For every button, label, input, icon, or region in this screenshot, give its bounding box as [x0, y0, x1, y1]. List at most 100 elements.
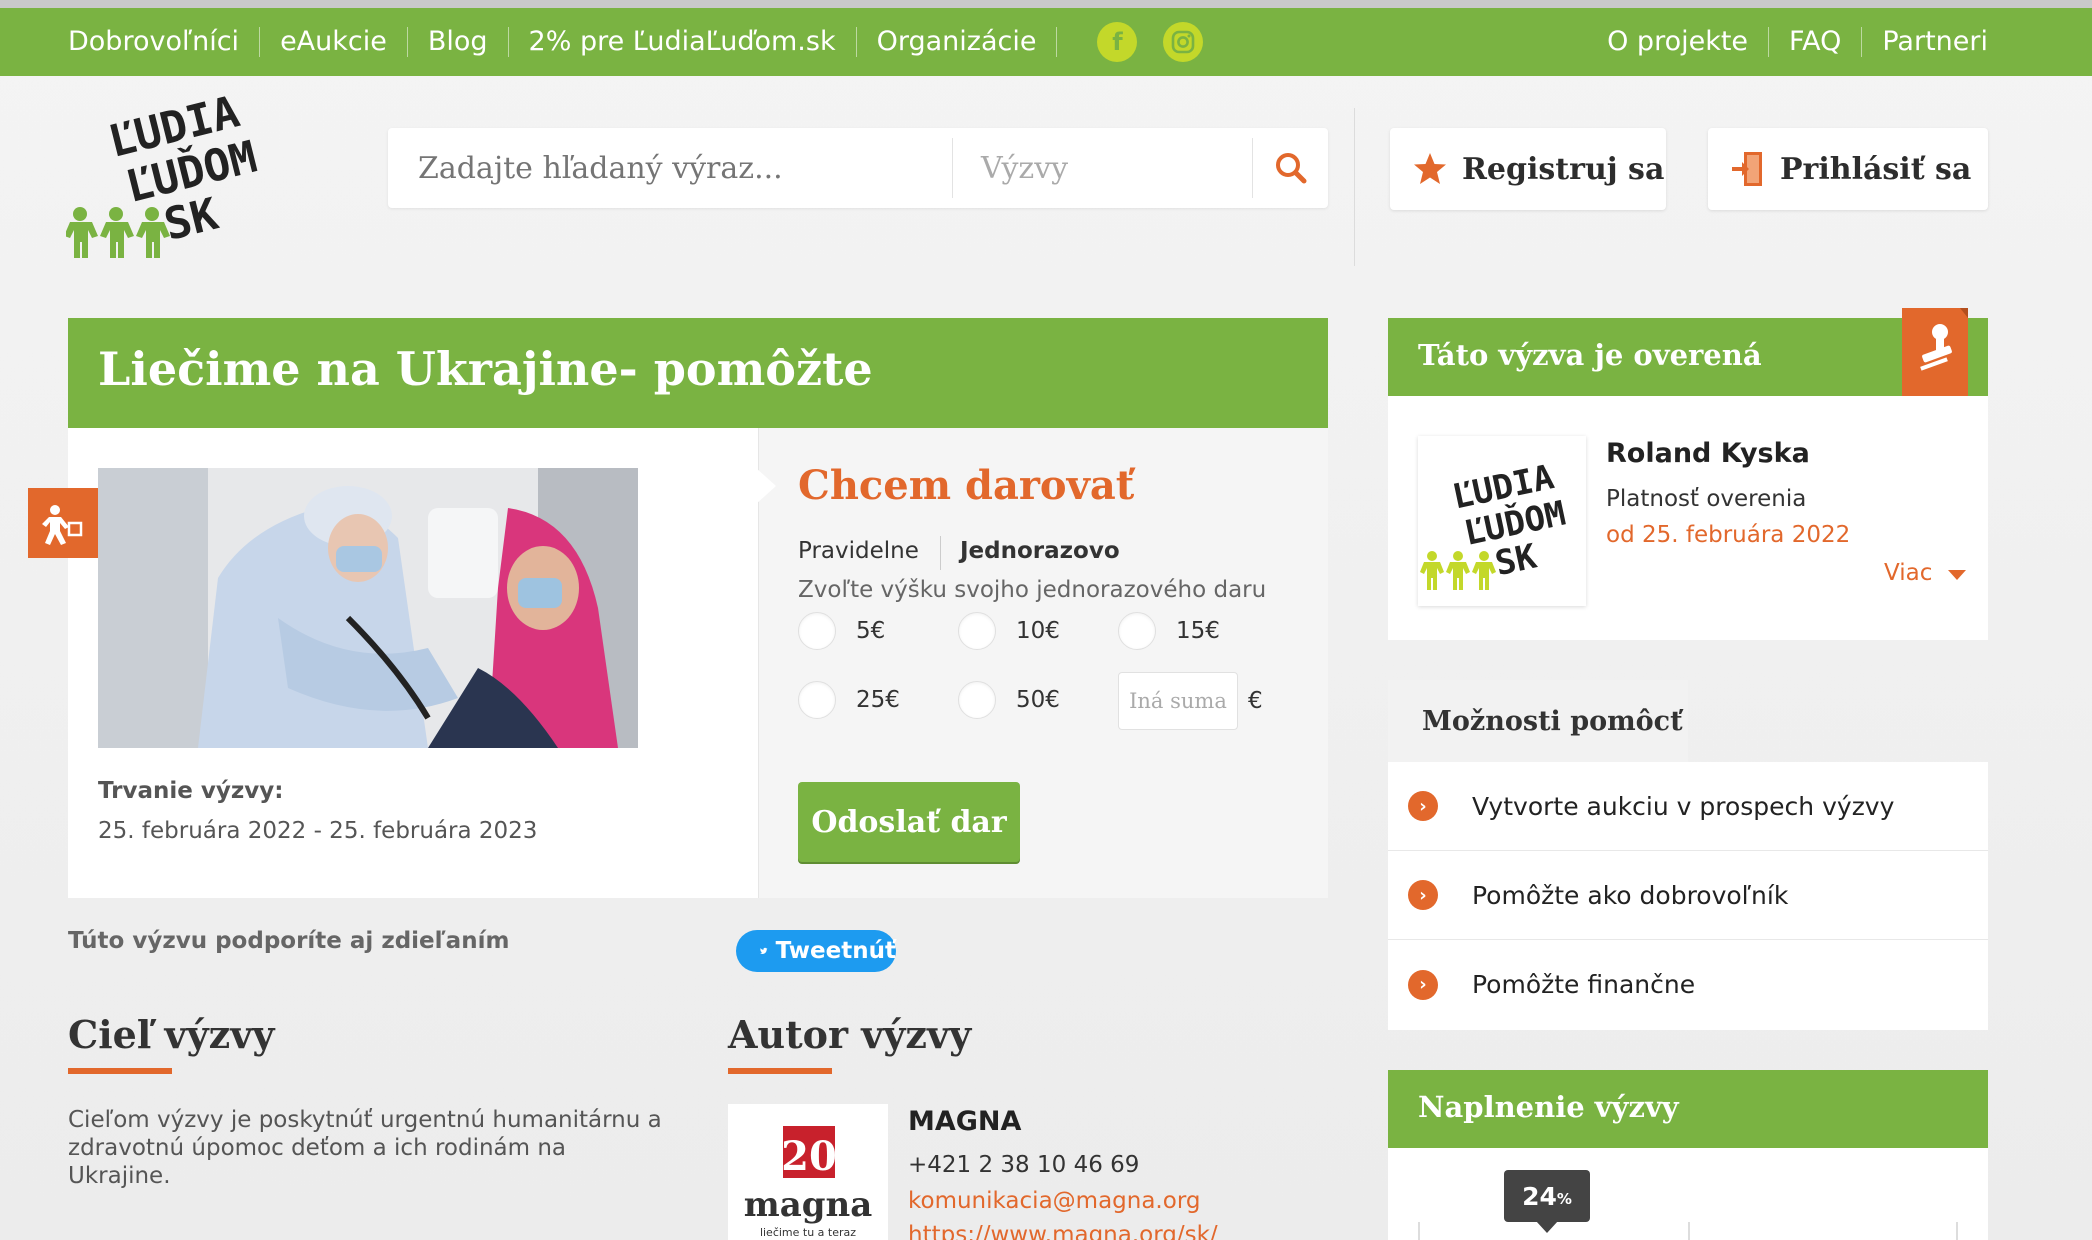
twitter-icon	[760, 947, 768, 955]
verifier-name: Roland Kyska	[1606, 438, 1810, 469]
nav-blog[interactable]: Blog	[408, 27, 509, 57]
logo-people-icon	[64, 207, 170, 258]
amount-label-50: 50€	[1016, 687, 1060, 713]
instagram-icon[interactable]	[1163, 22, 1204, 62]
top-navigation: Dobrovoľníci eAukcie Blog 2% pre ĽudiaĽu…	[0, 8, 2092, 76]
challenge-title: Liečime na Ukrajine- pomôžte	[98, 342, 873, 396]
donate-hint: Zvoľte výšku svojho jednorazového daru	[798, 577, 1267, 603]
amount-option-25[interactable]: 25€	[798, 681, 900, 719]
goal-underline	[68, 1068, 172, 1074]
fulfillment-percent-value: 24	[1522, 1181, 1557, 1211]
browser-top-line	[0, 0, 2092, 8]
author-underline	[728, 1068, 832, 1074]
progress-tick	[1956, 1222, 1958, 1240]
help-item-label: Vytvorte aukciu v prospech výzvy	[1472, 791, 1895, 821]
chevron-right-icon: ›	[1408, 880, 1438, 910]
share-text: Túto výzvu podporíte aj zdieľaním	[68, 928, 510, 954]
author-name: MAGNA	[908, 1106, 1022, 1137]
author-logo: 20 magna liečime tu a teraz	[728, 1104, 888, 1240]
amount-option-15[interactable]: 15€	[1118, 612, 1220, 650]
nav-faq[interactable]: FAQ	[1769, 27, 1863, 57]
amount-label-25: 25€	[856, 687, 900, 713]
search-category-select[interactable]: Výzvy	[953, 138, 1253, 198]
header-divider	[1354, 108, 1355, 266]
fulfillment-percent-badge: 24%	[1504, 1170, 1590, 1222]
radio-15[interactable]	[1118, 612, 1156, 650]
percent-badge-pointer	[1536, 1221, 1558, 1233]
amount-label-15: 15€	[1176, 618, 1220, 644]
radio-5[interactable]	[798, 612, 836, 650]
send-donation-button[interactable]: Odoslať dar	[798, 782, 1020, 862]
amount-label-5: 5€	[856, 618, 886, 644]
help-item-financial[interactable]: › Pomôžte finančne	[1388, 940, 1988, 1029]
duration-value: 25. februára 2022 - 25. februára 2023	[98, 818, 538, 844]
nav-partneri[interactable]: Partneri	[1862, 27, 1988, 57]
top-nav-right: O projekte FAQ Partneri	[1587, 8, 1988, 76]
star-icon	[1412, 151, 1448, 187]
login-door-icon	[1730, 150, 1766, 188]
site-logo[interactable]: ĽUDIA ĽUĎOM SK	[64, 86, 296, 278]
other-amount-input[interactable]: Iná suma	[1118, 672, 1238, 730]
nav-organizacie[interactable]: Organizácie	[857, 27, 1058, 57]
progress-tick	[1688, 1222, 1690, 1240]
login-button[interactable]: Prihlásiť sa	[1708, 128, 1988, 210]
amount-option-50[interactable]: 50€	[958, 681, 1060, 719]
amount-option-10[interactable]: 10€	[958, 612, 1060, 650]
duration-label: Trvanie výzvy:	[98, 778, 284, 804]
verified-header: Táto výzva je overená	[1388, 318, 1988, 409]
goal-heading: Cieľ výzvy	[68, 1012, 275, 1057]
radio-25[interactable]	[798, 681, 836, 719]
verifier-logo-line-3: SK	[1492, 536, 1541, 584]
facebook-icon[interactable]: f	[1097, 22, 1138, 62]
help-options-tab[interactable]: Možnosti pomôcť	[1388, 680, 1688, 762]
tweet-label: Tweetnúť	[775, 938, 896, 964]
amount-option-5[interactable]: 5€	[798, 612, 885, 650]
help-item-label: Pomôžte finančne	[1472, 970, 1696, 999]
author-logo-name: magna	[744, 1185, 873, 1225]
tweet-button[interactable]: Tweetnúť	[736, 930, 896, 972]
nav-eaukcie[interactable]: eAukcie	[260, 27, 408, 57]
help-item-auction[interactable]: › Vytvorte aukciu v prospech výzvy	[1388, 762, 1988, 851]
register-label: Registruj sa	[1462, 151, 1665, 187]
fulfillment-heading: Naplnenie výzvy	[1418, 1090, 1679, 1124]
chevron-right-icon: ›	[1408, 791, 1438, 821]
chevron-right-icon: ›	[1408, 969, 1438, 1000]
verified-more-link[interactable]: Viac	[1884, 560, 1966, 586]
verified-more-label: Viac	[1884, 560, 1933, 586]
mode-separator	[940, 536, 941, 570]
login-label: Prihlásiť sa	[1780, 151, 1972, 187]
search-button[interactable]	[1253, 138, 1328, 198]
donate-heading: Chcem darovať	[798, 462, 1135, 509]
fulfillment-percent-sign: %	[1556, 1190, 1572, 1208]
amount-label-10: 10€	[1016, 618, 1060, 644]
nav-2-percent[interactable]: 2% pre ĽudiaĽuďom.sk	[509, 27, 857, 57]
verifier-logo: ĽUDIA ĽUĎOM SK	[1418, 436, 1586, 606]
mode-regular-tab[interactable]: Pravidelne	[798, 538, 919, 564]
help-item-volunteer[interactable]: › Pomôžte ako dobrovoľník	[1388, 851, 1988, 940]
author-email-link[interactable]: komunikacia@magna.org	[908, 1188, 1200, 1214]
author-logo-number: 20	[781, 1133, 837, 1180]
help-item-label: Pomôžte ako dobrovoľník	[1472, 880, 1789, 910]
currency-symbol: €	[1248, 688, 1263, 714]
verified-ribbon	[1902, 308, 1968, 396]
volunteer-icon	[42, 505, 83, 545]
help-options-list: › Vytvorte aukciu v prospech výzvy › Pom…	[1388, 762, 1988, 1030]
challenge-photo	[98, 468, 638, 748]
fulfillment-header: Naplnenie výzvy	[1388, 1070, 1988, 1161]
progress-tick	[1418, 1222, 1420, 1240]
author-website-link[interactable]: https://www.magna.org/sk/	[908, 1222, 1218, 1240]
nav-o-projekte[interactable]: O projekte	[1587, 27, 1770, 57]
mode-once-tab[interactable]: Jednorazovo	[960, 538, 1120, 564]
radio-50[interactable]	[958, 681, 996, 719]
verification-validity-label: Platnosť overenia	[1606, 486, 1807, 512]
radio-10[interactable]	[958, 612, 996, 650]
search-bar: Výzvy	[388, 128, 1328, 208]
challenge-title-bar: Liečime na Ukrajine- pomôžte	[68, 318, 1328, 441]
verified-heading: Táto výzva je overená	[1418, 338, 1762, 372]
search-input[interactable]	[388, 138, 953, 198]
nav-dobrovolnici[interactable]: Dobrovoľníci	[68, 27, 261, 57]
donate-panel-notch	[756, 468, 776, 504]
author-phone: +421 2 38 10 46 69	[908, 1152, 1140, 1178]
register-button[interactable]: Registruj sa	[1390, 128, 1666, 210]
side-volunteer-tab[interactable]	[28, 488, 98, 558]
